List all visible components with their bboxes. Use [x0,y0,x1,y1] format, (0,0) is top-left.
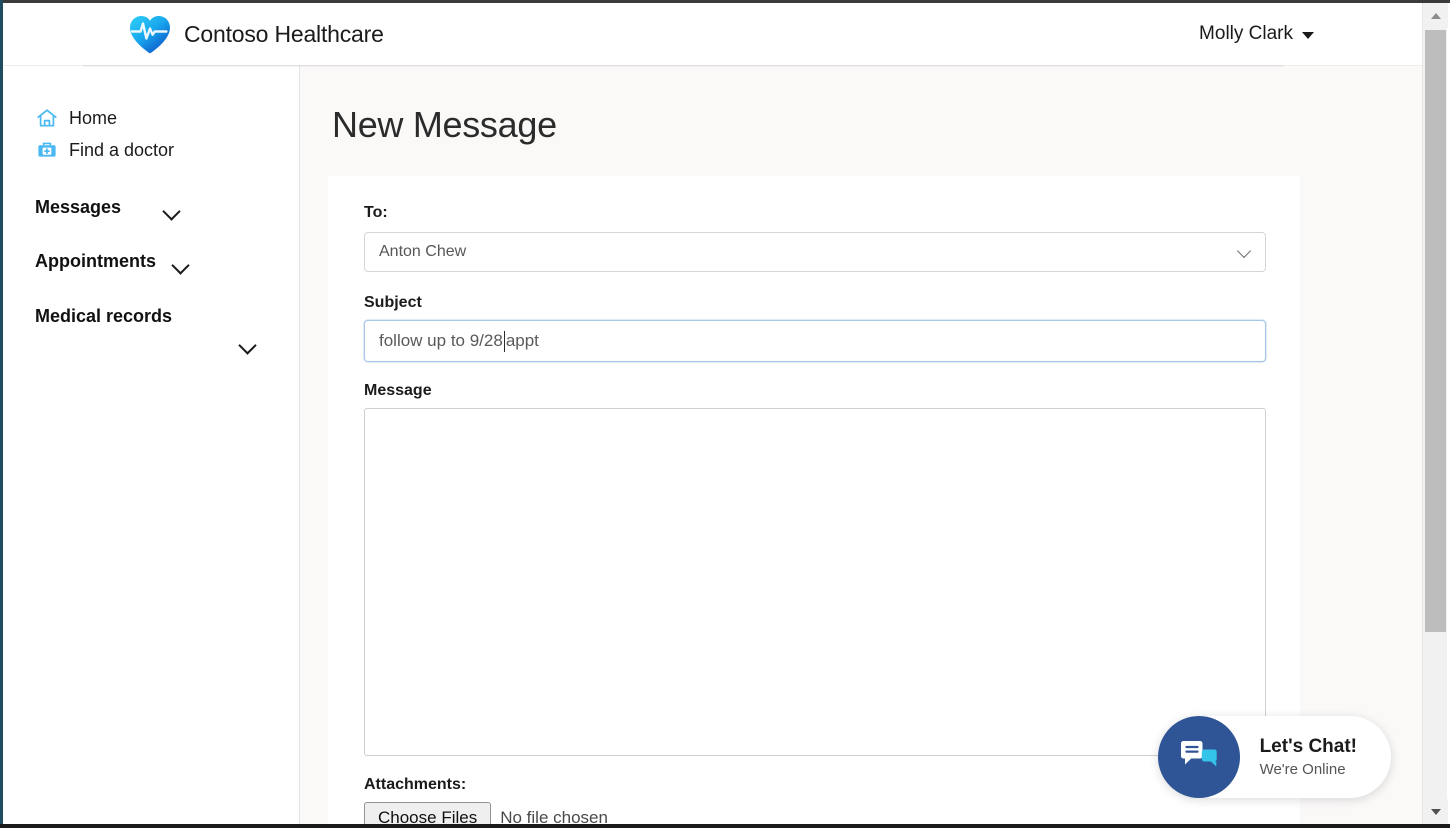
subject-text-after-caret: appt [506,331,539,351]
message-textarea[interactable] [364,408,1266,756]
sidebar-group-label: Appointments [35,251,156,271]
content-area: New Message To: Anton Chew Subje [300,66,1424,824]
file-status-text: No file chosen [500,808,608,824]
scroll-up-arrow-icon[interactable] [1423,3,1448,28]
caret-down-icon [1302,32,1314,39]
to-label: To: [364,204,1264,222]
chat-widget[interactable]: Let's Chat! We're Online [1158,716,1391,798]
vertical-scrollbar[interactable] [1422,3,1447,824]
chat-bubbles-icon [1178,737,1220,778]
chat-text: Let's Chat! We're Online [1260,736,1357,779]
attachments-field-group: Attachments: Choose Files No file chosen [328,776,1300,824]
page-title: New Message [300,66,1424,146]
sidebar-item-home[interactable]: Home [3,102,299,134]
choose-files-button[interactable]: Choose Files [364,802,491,824]
scrollbar-thumb[interactable] [1425,30,1446,632]
brand-name: Contoso Healthcare [184,21,384,48]
heart-pulse-logo-icon [128,13,172,55]
subject-text-before-caret: follow up to 9/28 [379,331,503,351]
window-top-edge [0,0,1450,3]
window-left-edge [0,0,3,828]
subject-label: Subject [364,294,1264,312]
recipient-select[interactable]: Anton Chew [364,232,1266,272]
sidebar-group-appointments[interactable]: Appointments [3,249,299,274]
sidebar-group-messages[interactable]: Messages [3,195,299,220]
file-input-row: Choose Files No file chosen [364,802,1264,824]
window-bottom-edge [0,824,1450,828]
sidebar-item-find-a-doctor[interactable]: Find a doctor [3,134,299,166]
chat-subtitle: We're Online [1260,761,1357,778]
doctor-bag-icon [36,139,58,161]
browser-window: Contoso Healthcare Molly Clark Home [0,0,1450,828]
chevron-down-icon [35,330,277,354]
subject-input[interactable]: follow up to 9/28 appt [364,320,1266,362]
sidebar: Home Find a doctor Messages [3,66,300,824]
subject-field-group: Subject follow up to 9/28 appt [328,294,1300,362]
sidebar-group-label: Messages [35,197,121,217]
attachments-label: Attachments: [364,776,1264,794]
app-header: Contoso Healthcare Molly Clark [3,3,1424,66]
sidebar-item-label: Home [69,108,117,129]
text-caret [504,331,505,352]
page-scroll-area: Contoso Healthcare Molly Clark Home [3,3,1424,824]
sidebar-item-label: Find a doctor [69,140,174,161]
user-menu[interactable]: Molly Clark [1199,23,1314,45]
chevron-down-icon [173,250,188,274]
sidebar-group-medical-records[interactable]: Medical records [3,304,299,355]
sidebar-group-label: Medical records [35,306,172,326]
to-field-group: To: Anton Chew [328,204,1300,272]
scroll-down-arrow-icon[interactable] [1423,799,1448,824]
message-label: Message [364,382,1264,400]
chat-title: Let's Chat! [1260,736,1357,759]
recipient-selected-value: Anton Chew [379,243,466,261]
body-row: Home Find a doctor Messages [3,66,1424,824]
brand[interactable]: Contoso Healthcare [128,13,384,55]
chat-toggle-button[interactable] [1158,716,1240,798]
chevron-down-icon [164,196,179,220]
home-icon [36,107,58,129]
new-message-form: To: Anton Chew Subject follow up to 9/2 [328,176,1300,824]
user-name-label: Molly Clark [1199,23,1293,45]
recipient-select-wrap: Anton Chew [364,232,1266,272]
message-field-group: Message [328,382,1300,756]
